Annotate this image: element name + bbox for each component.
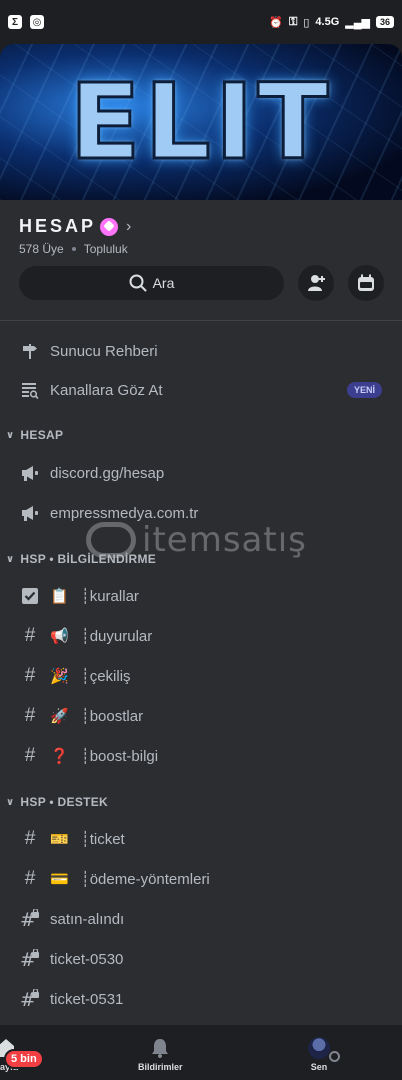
new-badge: YENİ xyxy=(346,382,382,398)
avatar xyxy=(308,1037,340,1062)
add-member-icon xyxy=(308,275,325,291)
chevron-down-icon: ∨ xyxy=(6,553,15,565)
alarm-icon: ⏰ xyxy=(269,16,283,29)
channel-item[interactable]: # satın-alındı xyxy=(0,901,402,937)
status-bar: Σ ◎ ⏰ ⚿ ▯ 4.5G ▂▄▆ 36 xyxy=(0,0,402,44)
rules-icon xyxy=(20,586,40,606)
vibrate-icon: ▯ xyxy=(303,16,310,29)
invite-button[interactable] xyxy=(298,265,334,301)
channel-name: ┊duyurular xyxy=(80,628,153,645)
server-meta: 578 Üye Topluluk xyxy=(19,242,128,256)
channel-name: ┊çekiliş xyxy=(80,668,131,685)
category-name: HSP • DESTEK xyxy=(20,795,109,809)
channel-emoji: ❓ xyxy=(50,748,69,765)
nav-notifications-label: Bildirimler xyxy=(138,1062,183,1072)
channel-name: discord.gg/hesap xyxy=(50,464,165,482)
network-type: 4.5G xyxy=(315,16,340,28)
channel-item[interactable]: 📋 ┊kurallar xyxy=(0,578,402,614)
divider xyxy=(0,320,402,321)
search-label: Ara xyxy=(152,275,175,291)
member-count: 578 Üye xyxy=(19,242,64,256)
hash-icon: # xyxy=(24,705,36,726)
hash-icon: # xyxy=(24,868,36,889)
channel-name: ┊boostlar xyxy=(80,708,144,725)
locked-hash-icon: # xyxy=(20,949,40,969)
banner-logo: ELIT xyxy=(68,61,333,184)
app-notification-icon: Σ xyxy=(8,15,22,29)
search-button[interactable]: Ara xyxy=(19,266,284,300)
category-bilgilendirme[interactable]: ∨ HSP • BİLGİLENDİRME xyxy=(0,548,402,570)
channel-emoji: 🎫 xyxy=(50,831,69,848)
server-type: Topluluk xyxy=(83,242,128,256)
signpost-icon xyxy=(20,341,40,361)
category-name: HSP • BİLGİLENDİRME xyxy=(20,552,157,566)
chevron-down-icon: ∨ xyxy=(6,796,15,808)
channel-name: ┊ödeme-yöntemleri xyxy=(80,871,210,888)
announcement-icon xyxy=(20,503,40,523)
category-destek[interactable]: ∨ HSP • DESTEK xyxy=(0,791,402,813)
hash-icon: # xyxy=(24,745,36,766)
hash-icon: # xyxy=(24,665,36,686)
signal-icon: ▂▄▆ xyxy=(345,16,370,29)
notification-badge: 5 bin xyxy=(4,1049,44,1069)
nav-profile-label: Sen xyxy=(310,1062,328,1072)
channel-emoji: 📢 xyxy=(50,628,69,645)
channel-emoji: 🎉 xyxy=(50,668,69,685)
channel-name: ┊boost-bilgi xyxy=(80,748,159,765)
locked-hash-icon: # xyxy=(20,989,40,1009)
server-guide-item[interactable]: Sunucu Rehberi xyxy=(0,333,402,369)
category-name: HESAP xyxy=(20,428,64,442)
server-guide-label: Sunucu Rehberi xyxy=(50,342,158,360)
search-icon xyxy=(129,274,147,292)
boost-icon xyxy=(100,217,119,236)
calendar-icon xyxy=(358,274,374,291)
announcement-icon xyxy=(20,463,40,483)
browse-channels-label: Kanallara Göz At xyxy=(50,381,163,399)
channel-item[interactable]: discord.gg/hesap xyxy=(0,455,402,491)
channel-name: empressmedya.com.tr xyxy=(50,504,199,522)
channel-item[interactable]: # 💳 ┊ödeme-yöntemleri xyxy=(0,861,402,897)
separator-dot xyxy=(71,247,76,251)
channel-name: ┊kurallar xyxy=(80,588,139,605)
status-indicator-icon xyxy=(329,1051,340,1062)
locked-hash-icon: # xyxy=(20,909,40,929)
bottom-navigation: Sayfa 5 bin Bildirimler Sen xyxy=(0,1024,402,1080)
channel-item[interactable]: # 🚀 ┊boostlar xyxy=(0,698,402,734)
channel-name: ┊ticket xyxy=(80,831,125,848)
bell-icon xyxy=(152,1039,169,1058)
battery-level: 36 xyxy=(375,16,394,28)
channel-name: satın-alındı xyxy=(50,910,125,928)
channel-emoji: 🚀 xyxy=(50,708,69,725)
channel-item[interactable]: # ❓ ┊boost-bilgi xyxy=(0,738,402,774)
channel-panel: HESAP › 578 Üye Topluluk Ara Sunucu Rehb… xyxy=(0,200,402,1024)
channel-name: ticket-0531 xyxy=(50,990,124,1008)
channel-item[interactable]: # 🎫 ┊ticket xyxy=(0,821,402,857)
browse-channels-icon xyxy=(20,380,40,400)
server-name: HESAP xyxy=(19,216,97,236)
nav-notifications[interactable]: Bildirimler xyxy=(138,1037,183,1072)
channel-item[interactable]: # ticket-0531 xyxy=(0,981,402,1017)
chevron-down-icon: ∨ xyxy=(6,429,15,441)
events-button[interactable] xyxy=(348,265,384,301)
server-banner: ELIT xyxy=(0,44,402,200)
channel-item[interactable]: # 📢 ┊duyurular xyxy=(0,618,402,654)
channel-emoji: 💳 xyxy=(50,871,69,888)
channel-item[interactable]: # 🎉 ┊çekiliş xyxy=(0,658,402,694)
hash-icon: # xyxy=(24,625,36,646)
nav-profile[interactable]: Sen xyxy=(308,1037,340,1072)
hash-icon: # xyxy=(24,828,36,849)
server-header[interactable]: HESAP › xyxy=(19,216,131,237)
key-icon: ⚿ xyxy=(288,15,298,28)
channel-emoji: 📋 xyxy=(50,588,69,605)
category-hesap[interactable]: ∨ HESAP xyxy=(0,424,402,446)
chevron-right-icon: › xyxy=(126,217,132,235)
channel-item[interactable]: # ticket-0530 xyxy=(0,941,402,977)
browse-channels-item[interactable]: Kanallara Göz At YENİ xyxy=(0,372,402,408)
discord-notification-icon: ◎ xyxy=(30,15,44,29)
channel-name: ticket-0530 xyxy=(50,950,124,968)
